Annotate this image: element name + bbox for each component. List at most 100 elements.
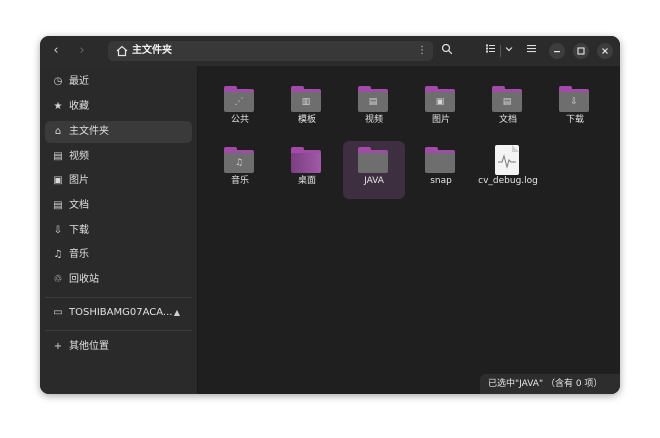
sidebar-item-label: 图片 [69, 175, 89, 186]
document-icon: ▤ [53, 200, 63, 211]
sidebar-item-label: 文档 [69, 200, 89, 211]
eject-icon[interactable]: ▲ [174, 302, 180, 324]
sidebar-item-label: 下载 [69, 225, 89, 236]
video-icon: ▤ [53, 151, 63, 162]
chevron-down-icon [505, 47, 513, 52]
folder-icon [358, 147, 388, 173]
sidebar-item-pictures[interactable]: ▣ 图片 [45, 170, 192, 192]
folder-downloads[interactable]: ⇩ 下载 [544, 80, 606, 138]
folder-icon: ▤ [492, 86, 522, 112]
drive-icon: ▭ [53, 307, 63, 318]
sidebar-item-label: TOSHIBAMG07ACA... [69, 307, 173, 318]
file-label: 下载 [565, 115, 584, 125]
sidebar-item-recent[interactable]: ◷ 最近 [45, 71, 192, 93]
back-button[interactable]: ‹ [46, 43, 66, 59]
file-label: 模板 [297, 115, 316, 125]
hamburger-menu-icon [526, 45, 536, 53]
header-bar: ‹ › 主文件夹 ⋮ [40, 36, 620, 66]
video-icon: ▤ [368, 97, 378, 107]
folder-icon: ⋰ [224, 86, 254, 112]
text-file-icon [495, 145, 519, 175]
sidebar-item-other-locations[interactable]: + 其他位置 [45, 336, 192, 358]
path-menu-icon[interactable]: ⋮ [417, 41, 427, 61]
path-bar[interactable]: 主文件夹 ⋮ [108, 41, 433, 61]
file-label: JAVA [364, 176, 384, 186]
sidebar-item-label: 音乐 [69, 249, 89, 260]
sidebar-divider [45, 297, 192, 298]
folder-icon: ▣ [425, 86, 455, 112]
folder-pictures[interactable]: ▣ 图片 [410, 80, 472, 138]
search-icon [441, 43, 453, 55]
list-view-icon [485, 44, 495, 53]
sidebar-item-label: 主文件夹 [69, 126, 109, 137]
desktop-folder-icon [291, 147, 321, 173]
file-label: 音乐 [230, 176, 249, 186]
file-label: 公共 [230, 115, 249, 125]
file-cv-debug-log[interactable]: cv_debug.log [477, 141, 539, 199]
folder-icon [425, 147, 455, 173]
folder-desktop[interactable]: 桌面 [276, 141, 338, 199]
waveform-icon [498, 145, 519, 169]
folder-videos[interactable]: ▤ 视频 [343, 80, 405, 138]
music-icon: ♫ [53, 249, 63, 260]
folder-public[interactable]: ⋰ 公共 [209, 80, 271, 138]
file-label: 桌面 [297, 176, 316, 186]
close-button[interactable] [597, 43, 613, 59]
file-label: cv_debug.log [478, 176, 538, 186]
sidebar-item-videos[interactable]: ▤ 视频 [45, 146, 192, 168]
file-manager-window: ‹ › 主文件夹 ⋮ ◷ 最近 ★ 收藏 ⌂ 主文件夹 ▤ 视频 ▣ 图片 ▤ … [40, 36, 620, 394]
sidebar-item-label: 回收站 [69, 274, 99, 285]
folder-templates[interactable]: ▥ 模板 [276, 80, 338, 138]
folder-icon: ♫ [224, 147, 254, 173]
folder-icon: ▤ [358, 86, 388, 112]
sidebar: ◷ 最近 ★ 收藏 ⌂ 主文件夹 ▤ 视频 ▣ 图片 ▤ 文档 ⇩ 下载 ♫ 音 [40, 66, 198, 394]
download-icon: ⇩ [570, 97, 578, 107]
sidebar-item-label: 最近 [69, 76, 89, 87]
file-label: 视频 [364, 115, 383, 125]
document-icon: ▤ [502, 97, 512, 107]
file-label: 图片 [431, 115, 450, 125]
close-icon [602, 48, 608, 54]
file-grid: ⋰ 公共 ▥ 模板 ▤ 视频 ▣ 图片 ▤ 文档 ⇩ 下载 ♫ 音乐 桌面 JA… [198, 66, 620, 394]
view-options-dropdown[interactable] [501, 43, 517, 59]
sidebar-item-documents[interactable]: ▤ 文档 [45, 195, 192, 217]
sidebar-item-label: 其他位置 [69, 341, 109, 352]
folder-icon: ⇩ [559, 86, 589, 112]
home-icon: ⌂ [54, 126, 62, 137]
home-icon [116, 45, 128, 57]
image-icon: ▣ [435, 97, 445, 107]
minimize-button[interactable] [549, 43, 565, 59]
maximize-icon [577, 47, 585, 55]
folder-documents[interactable]: ▤ 文档 [477, 80, 539, 138]
trash-icon: ♲ [53, 274, 63, 285]
share-icon: ⋰ [234, 97, 244, 107]
folder-icon: ▥ [291, 86, 321, 112]
maximize-button[interactable] [573, 43, 589, 59]
main-menu-button[interactable] [523, 43, 539, 59]
sidebar-item-music[interactable]: ♫ 音乐 [45, 244, 192, 266]
star-icon: ★ [53, 101, 63, 112]
sidebar-item-home[interactable]: ⌂ 主文件夹 [45, 121, 192, 143]
sidebar-item-starred[interactable]: ★ 收藏 [45, 96, 192, 118]
sidebar-item-drive[interactable]: ▭ TOSHIBAMG07ACA... ▲ [45, 302, 192, 324]
music-icon: ♫ [234, 158, 244, 168]
list-view-button[interactable] [482, 43, 498, 59]
sidebar-divider [45, 330, 192, 331]
clock-icon: ◷ [53, 76, 63, 87]
minimize-icon [554, 51, 560, 53]
file-label: snap [430, 176, 452, 186]
folder-music[interactable]: ♫ 音乐 [209, 141, 271, 199]
forward-button[interactable]: › [72, 43, 92, 59]
sidebar-item-label: 视频 [69, 151, 89, 162]
sidebar-item-label: 收藏 [69, 101, 89, 112]
folder-java[interactable]: JAVA [343, 141, 405, 199]
sidebar-item-trash[interactable]: ♲ 回收站 [45, 269, 192, 291]
folder-snap[interactable]: snap [410, 141, 472, 199]
image-icon: ▣ [53, 175, 63, 186]
sidebar-item-downloads[interactable]: ⇩ 下载 [45, 220, 192, 242]
search-button[interactable] [439, 43, 455, 59]
selection-status: 已选中"JAVA" （含有 0 项） [480, 374, 620, 394]
plus-icon: + [53, 341, 63, 352]
download-icon: ⇩ [53, 225, 63, 236]
path-current-folder[interactable]: 主文件夹 [132, 41, 172, 61]
